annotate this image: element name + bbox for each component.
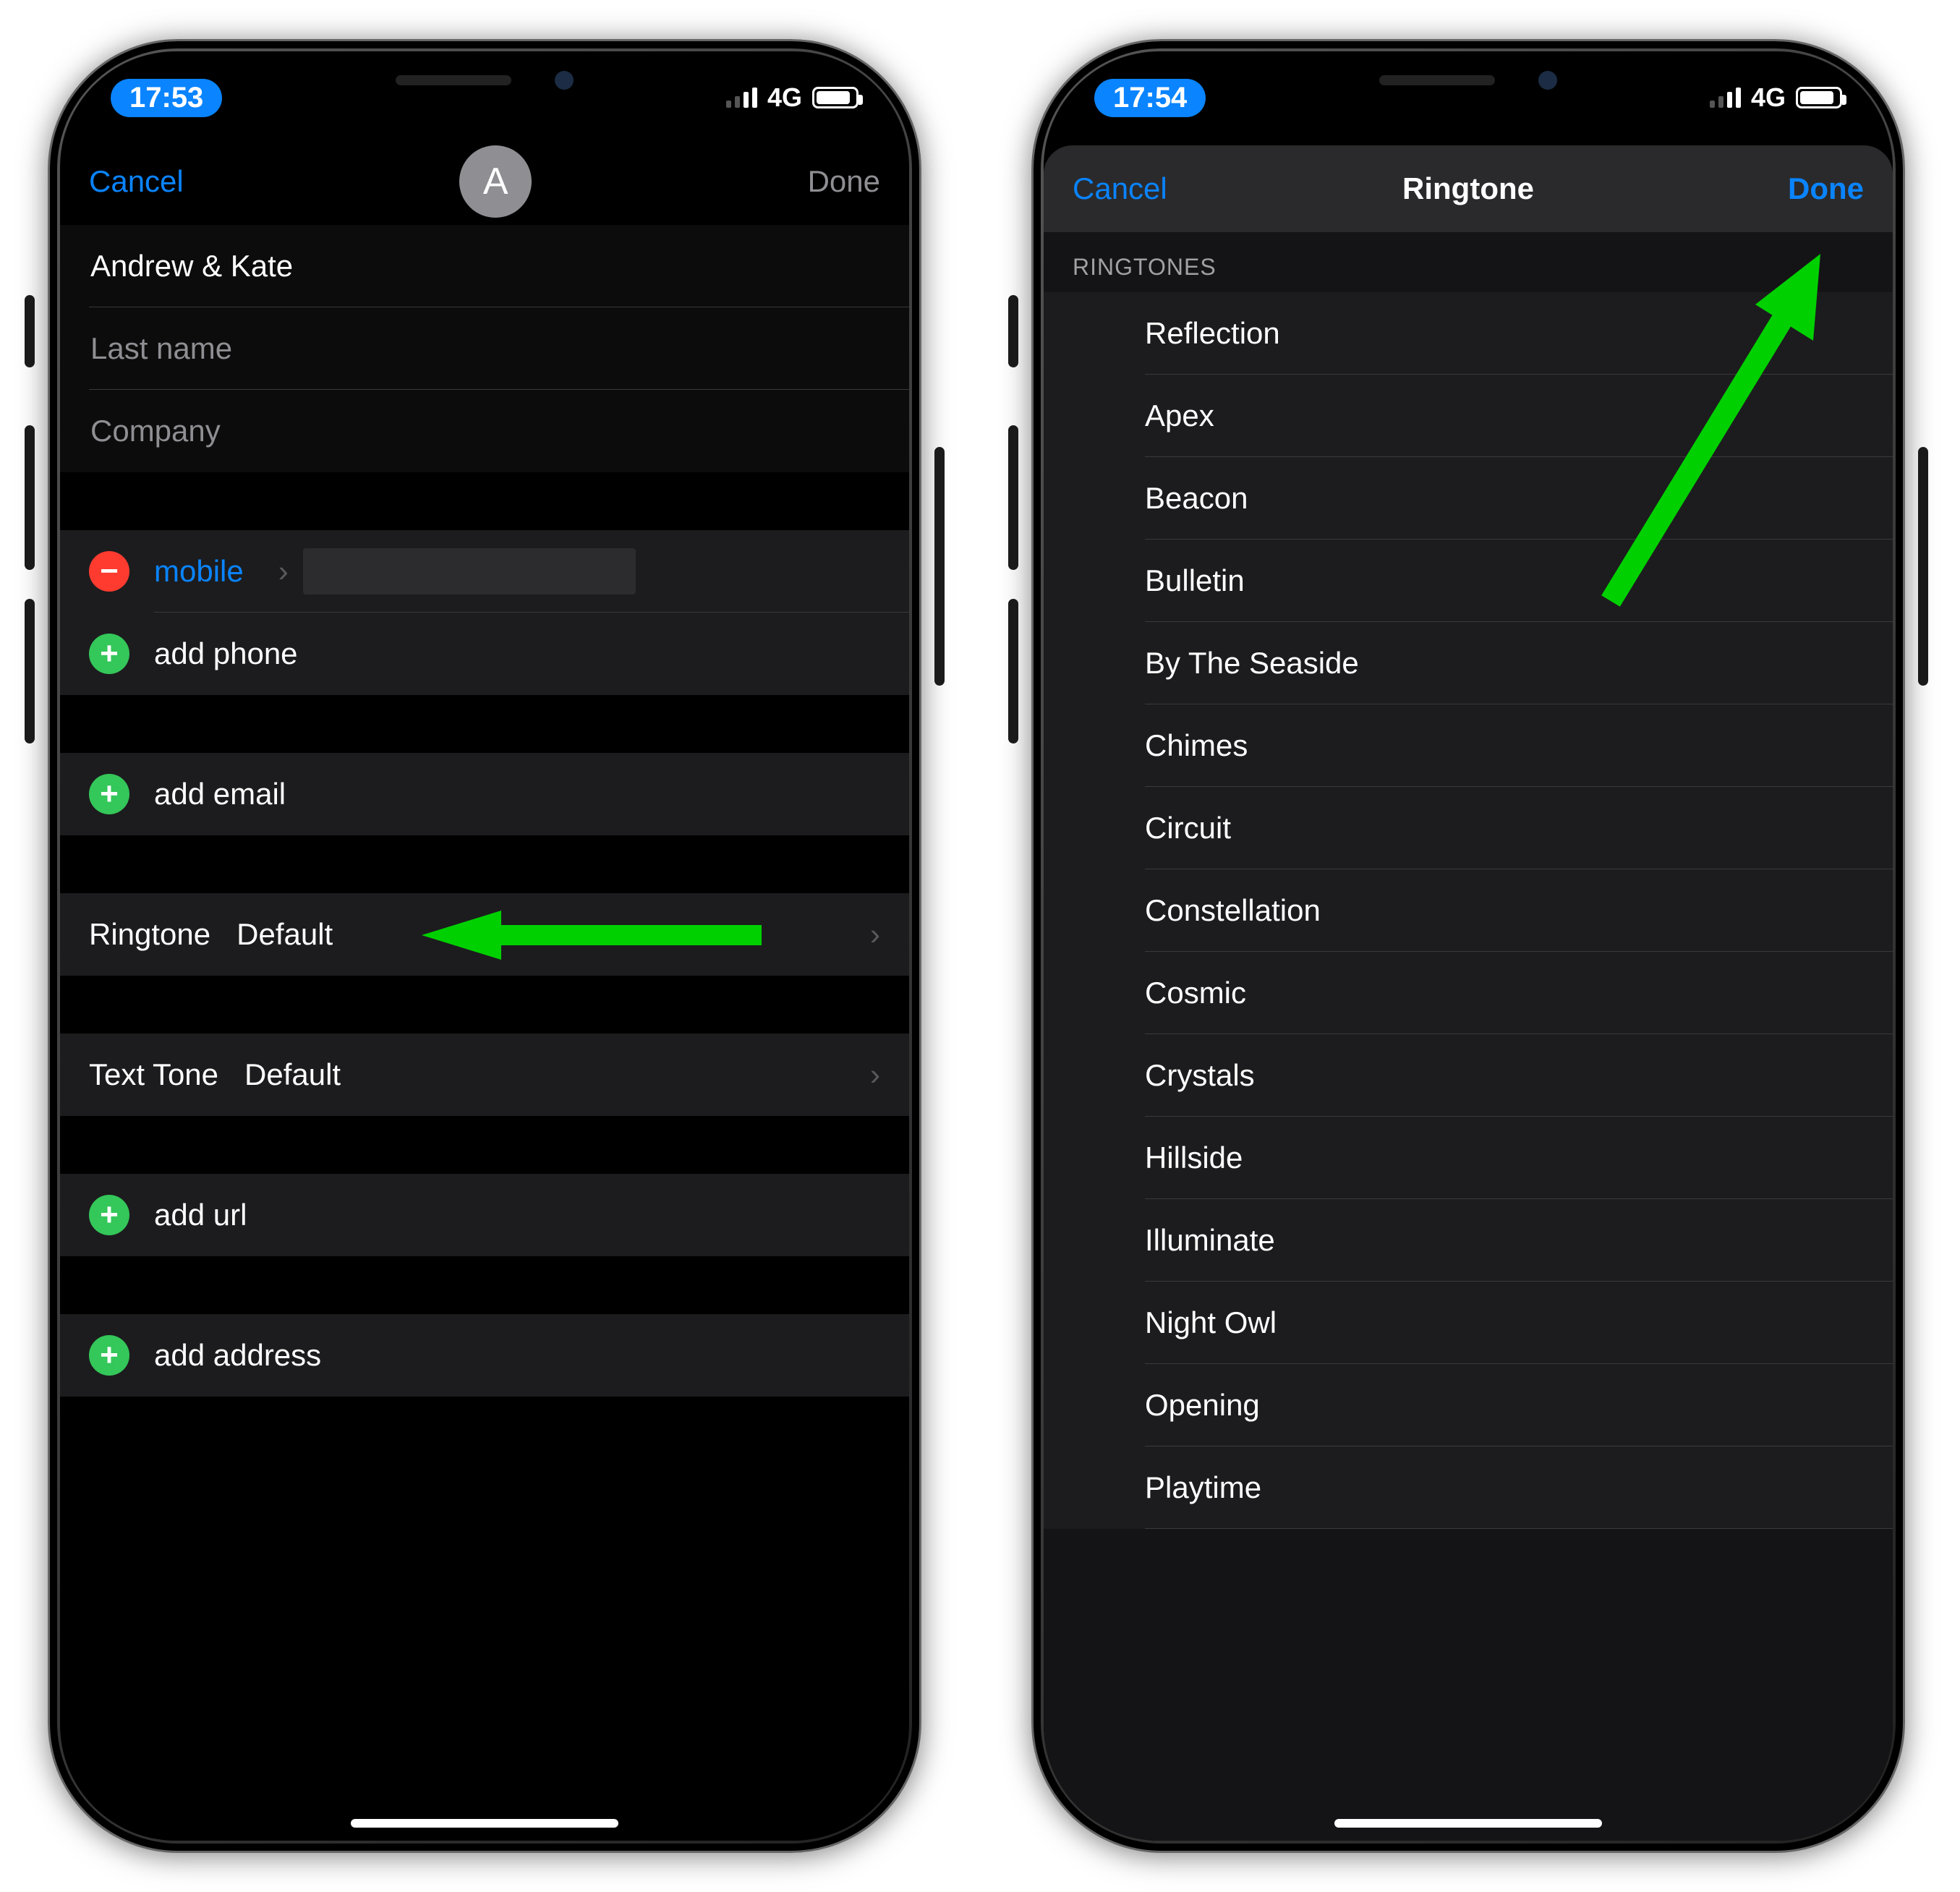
ringtone-item[interactable]: Opening [1044, 1364, 1893, 1446]
ringtone-item[interactable]: Bulletin [1044, 540, 1893, 622]
done-button[interactable]: Done [1788, 171, 1864, 206]
ringtone-list[interactable]: Reflection Apex Beacon Bulletin By The Seasi… [1044, 292, 1893, 1529]
add-icon: + [89, 1335, 129, 1376]
add-address-row[interactable]: + add address [60, 1314, 909, 1397]
battery-icon [1796, 87, 1842, 108]
phone-mobile-row[interactable]: − mobile › [60, 530, 909, 613]
ringtone-item[interactable]: Chimes [1044, 704, 1893, 787]
ringtone-item[interactable]: Crystals [1044, 1034, 1893, 1117]
add-icon: + [89, 1195, 129, 1235]
phone-type-label[interactable]: mobile [154, 554, 244, 589]
texttone-row[interactable]: Text Tone Default › [60, 1034, 909, 1116]
ringtone-item-label: Apex [1145, 399, 1214, 433]
ringtone-item-label: Hillside [1145, 1141, 1243, 1175]
network-label: 4G [1751, 82, 1786, 113]
ringtone-item[interactable]: Apex [1044, 375, 1893, 457]
contact-edit-screen: 17:53 4G Cancel A Done [60, 51, 909, 1841]
home-indicator[interactable] [1334, 1819, 1602, 1828]
ringtone-item-label: Chimes [1145, 728, 1248, 763]
add-address-label: add address [154, 1338, 321, 1373]
network-label: 4G [767, 82, 802, 113]
status-time[interactable]: 17:54 [1094, 79, 1206, 117]
add-icon: + [89, 774, 129, 814]
texttone-value: Default [244, 1057, 341, 1092]
ringtone-item-label: By The Seaside [1145, 646, 1359, 681]
ringtone-item[interactable]: Playtime [1044, 1446, 1893, 1529]
cancel-button[interactable]: Cancel [1073, 171, 1167, 206]
nav-title: Ringtone [1044, 171, 1893, 206]
signal-icon [726, 88, 757, 108]
nav-bar: Cancel A Done [60, 138, 909, 225]
status-time[interactable]: 17:53 [111, 79, 222, 117]
battery-icon [812, 87, 858, 108]
ringtone-item[interactable]: Reflection [1044, 292, 1893, 375]
ringtones-section-header: RINGTONES [1044, 232, 1893, 292]
ringtone-item[interactable]: Circuit [1044, 787, 1893, 869]
last-name-field[interactable] [89, 331, 880, 367]
ringtone-item-label: Cosmic [1145, 976, 1246, 1010]
cancel-button[interactable]: Cancel [89, 164, 184, 199]
ringtone-value: Default [237, 917, 333, 952]
ringtone-item[interactable]: Constellation [1044, 869, 1893, 952]
first-name-cell[interactable] [60, 225, 909, 307]
last-name-cell[interactable] [60, 307, 909, 390]
first-name-field[interactable] [89, 248, 880, 284]
ringtone-item[interactable]: Illuminate [1044, 1199, 1893, 1282]
ringtone-item-label: Reflection [1145, 316, 1280, 351]
company-cell[interactable] [60, 390, 909, 472]
chevron-right-icon: › [278, 554, 289, 589]
home-indicator[interactable] [351, 1819, 618, 1828]
ringtone-item-label: Night Owl [1145, 1305, 1277, 1340]
ringtone-item-label: Crystals [1145, 1058, 1255, 1093]
notch [1251, 51, 1685, 109]
company-field[interactable] [89, 413, 880, 449]
add-email-label: add email [154, 777, 286, 811]
ringtone-item[interactable]: Beacon [1044, 457, 1893, 540]
add-url-row[interactable]: + add url [60, 1174, 909, 1256]
signal-icon [1710, 88, 1741, 108]
notch [268, 51, 702, 109]
ringtone-row[interactable]: Ringtone Default › [60, 893, 909, 976]
ringtone-item[interactable]: By The Seaside [1044, 622, 1893, 704]
chevron-right-icon: › [870, 1057, 880, 1092]
ringtone-item-label: Beacon [1145, 481, 1248, 516]
ringtone-picker-screen: 17:54 4G Cancel Ringtone Done [1044, 51, 1893, 1841]
ringtone-item-label: Bulletin [1145, 563, 1245, 598]
ringtone-item-label: Opening [1145, 1388, 1260, 1423]
ringtone-item-label: Illuminate [1145, 1223, 1275, 1258]
contact-avatar[interactable]: A [459, 145, 532, 218]
ringtone-item[interactable]: Cosmic [1044, 952, 1893, 1034]
done-button[interactable]: Done [808, 164, 880, 199]
ringtone-sheet: Cancel Ringtone Done RINGTONES Reflectio… [1044, 145, 1893, 1841]
ringtone-item[interactable]: Hillside [1044, 1117, 1893, 1199]
ringtone-label: Ringtone [89, 917, 210, 952]
phone-number-redacted[interactable] [303, 548, 636, 595]
add-email-row[interactable]: + add email [60, 753, 909, 835]
ringtone-item[interactable]: Night Owl [1044, 1282, 1893, 1364]
add-url-label: add url [154, 1198, 247, 1232]
texttone-label: Text Tone [89, 1057, 218, 1092]
add-phone-label: add phone [154, 636, 298, 671]
nav-bar: Cancel Ringtone Done [1044, 145, 1893, 232]
add-phone-row[interactable]: + add phone [60, 613, 909, 695]
ringtone-item-label: Playtime [1145, 1470, 1261, 1505]
ringtone-item-label: Constellation [1145, 893, 1321, 928]
remove-icon[interactable]: − [89, 551, 129, 592]
chevron-right-icon: › [870, 917, 880, 952]
ringtone-item-label: Circuit [1145, 811, 1231, 845]
add-icon: + [89, 634, 129, 674]
